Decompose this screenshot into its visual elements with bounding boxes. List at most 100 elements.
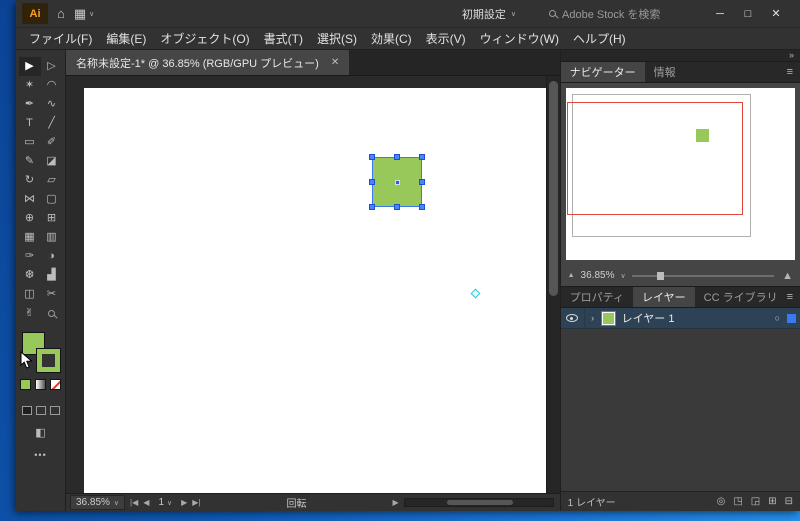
canvas-view[interactable] (66, 76, 560, 493)
menu-effect[interactable]: 効果(C) (364, 28, 419, 49)
scale-tool[interactable]: ▱ (41, 171, 63, 190)
pencil-tool[interactable]: ✎ (19, 152, 41, 171)
pen-tool[interactable]: ✒ (19, 95, 41, 114)
panel-menu-icon[interactable]: ≡ (787, 291, 800, 303)
chevron-down-icon[interactable]: ∨ (620, 272, 625, 280)
menu-object[interactable]: オブジェクト(O) (153, 28, 256, 49)
eyedropper-tool[interactable]: ✑ (19, 247, 41, 266)
draw-inside-button[interactable] (49, 406, 60, 415)
layer-row[interactable]: › レイヤー 1 ○ (560, 308, 800, 329)
menu-type[interactable]: 書式(T) (257, 28, 310, 49)
width-tool[interactable]: ⋈ (19, 190, 41, 209)
minimize-button[interactable]: ─ (706, 4, 734, 24)
artboard-number-dropdown[interactable]: 1 ∨ (154, 496, 176, 509)
menu-file[interactable]: ファイル(F) (22, 28, 99, 49)
zoom-level-dropdown[interactable]: 36.85% ∨ (70, 495, 126, 510)
hand-tool[interactable]: ✌ (19, 304, 41, 323)
collapse-panels-icon[interactable]: » (789, 51, 794, 60)
perspective-grid-tool[interactable]: ⊞ (41, 209, 63, 228)
symbol-sprayer-tool[interactable]: ❆ (19, 266, 41, 285)
status-popup-arrow[interactable]: ▶ (392, 498, 398, 507)
selection-handle-top-right[interactable] (419, 154, 425, 160)
gradient-tool[interactable]: ▥ (41, 228, 63, 247)
blend-tool[interactable]: ◑ (41, 247, 63, 266)
close-button[interactable]: ✕ (762, 3, 790, 24)
tab-properties[interactable]: プロパティ (561, 287, 633, 307)
lasso-tool[interactable]: ◠ (41, 76, 63, 95)
type-tool[interactable]: T (19, 114, 41, 133)
layer-selection-indicator[interactable] (787, 313, 796, 323)
selection-handle-bottom-left[interactable] (369, 204, 375, 210)
selection-handle-bottom-middle[interactable] (394, 204, 400, 210)
horizontal-scrollbar-thumb[interactable] (446, 500, 513, 505)
first-artboard-button[interactable]: |◀ (130, 498, 138, 507)
zoom-out-icon[interactable]: ▲ (568, 272, 575, 279)
screen-mode-button[interactable]: ◧ (35, 426, 45, 439)
tab-cc-libraries[interactable]: CC ライブラリ (695, 287, 787, 307)
panel-menu-icon[interactable]: ≡ (787, 66, 800, 78)
edit-toolbar-button[interactable]: ••• (34, 450, 46, 460)
arrange-documents-button[interactable]: ▦ ∨ (74, 7, 94, 20)
clipping-mask-icon[interactable]: ◳ (733, 496, 742, 507)
navigator-zoom-slider-thumb[interactable] (657, 271, 665, 280)
color-button[interactable] (20, 379, 31, 390)
draw-behind-button[interactable] (35, 406, 46, 415)
selection-handle-top-left[interactable] (369, 154, 375, 160)
navigator-zoom-slider[interactable] (631, 271, 775, 280)
layer-name[interactable]: レイヤー 1 (622, 310, 775, 326)
tab-layers[interactable]: レイヤー (632, 287, 695, 307)
horizontal-scrollbar[interactable] (403, 498, 554, 507)
visibility-cell[interactable] (561, 308, 585, 328)
paintbrush-tool[interactable]: ✐ (41, 133, 63, 152)
layer-expand-icon[interactable]: › (585, 313, 601, 323)
slice-tool[interactable]: ✂ (41, 285, 63, 304)
mesh-tool[interactable]: ▦ (19, 228, 41, 247)
menu-window[interactable]: ウィンドウ(W) (473, 28, 566, 49)
shape-builder-tool[interactable]: ⊕ (19, 209, 41, 228)
vertical-scrollbar-thumb[interactable] (548, 81, 558, 296)
next-artboard-button[interactable]: ▶ (181, 498, 187, 507)
magic-wand-tool[interactable]: ✶ (19, 76, 41, 95)
menu-help[interactable]: ヘルプ(H) (566, 28, 633, 49)
home-icon[interactable]: ⌂ (57, 7, 65, 20)
layer-thumbnail[interactable] (600, 310, 616, 326)
tab-close-icon[interactable]: ✕ (331, 57, 339, 68)
navigator-view-proxy[interactable] (566, 101, 744, 216)
menu-edit[interactable]: 編集(E) (99, 28, 153, 49)
stroke-color-swatch[interactable] (35, 348, 61, 373)
gradient-button[interactable] (35, 379, 46, 390)
rotate-tool[interactable]: ↻ (19, 171, 41, 190)
zoom-tool[interactable] (41, 304, 63, 323)
selection-handle-middle-left[interactable] (369, 179, 375, 185)
delete-layer-icon[interactable]: ⊟ (785, 496, 793, 507)
selection-center-point[interactable] (395, 180, 400, 185)
free-transform-tool[interactable]: ▢ (41, 190, 63, 209)
locate-object-icon[interactable]: ◎ (717, 496, 726, 507)
new-layer-icon[interactable]: ⊞ (768, 496, 776, 507)
tab-info[interactable]: 情報 (645, 62, 685, 82)
artboard-tool[interactable]: ◫ (19, 285, 41, 304)
last-artboard-button[interactable]: ▶| (192, 498, 200, 507)
draw-normal-button[interactable] (21, 406, 32, 415)
selection-handle-top-middle[interactable] (394, 154, 400, 160)
previous-artboard-button[interactable]: ◀ (143, 498, 149, 507)
none-button[interactable] (50, 379, 61, 390)
adobe-stock-search[interactable]: Adobe Stock を検索 (549, 6, 679, 22)
navigator-preview[interactable] (565, 88, 795, 260)
layer-target-icon[interactable]: ○ (775, 313, 780, 323)
new-sublayer-icon[interactable]: ◲ (751, 496, 760, 507)
eraser-tool[interactable]: ◪ (41, 152, 63, 171)
selection-handle-middle-right[interactable] (419, 179, 425, 185)
workspace-switcher[interactable]: 初期設定 ∨ (456, 3, 522, 25)
selection-handle-bottom-right[interactable] (419, 204, 425, 210)
tab-navigator[interactable]: ナビゲーター (560, 62, 645, 82)
selected-green-square[interactable] (369, 154, 425, 210)
menu-select[interactable]: 選択(S) (310, 28, 364, 49)
vertical-scrollbar[interactable] (545, 76, 560, 493)
direct-selection-tool[interactable]: ▷ (41, 57, 63, 76)
menu-view[interactable]: 表示(V) (419, 28, 473, 49)
selection-tool[interactable]: ▶ (18, 57, 41, 76)
rectangle-tool[interactable]: ▭ (19, 133, 41, 152)
line-segment-tool[interactable]: ╱ (41, 114, 63, 133)
zoom-in-icon[interactable]: ▲ (782, 270, 793, 282)
